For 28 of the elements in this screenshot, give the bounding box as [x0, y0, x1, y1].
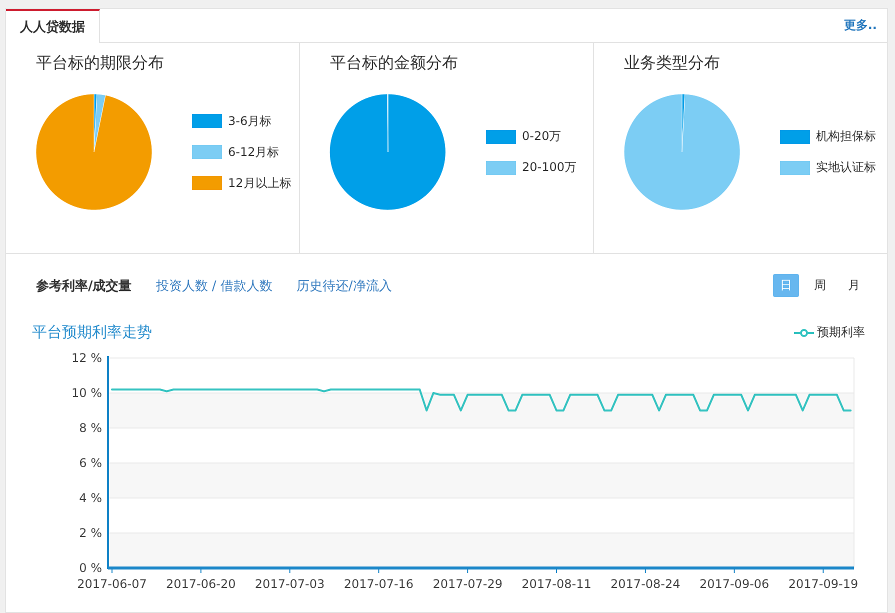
x-axis-label: 2017-07-16: [344, 577, 414, 588]
chart-title: 平台标的金额分布: [330, 53, 459, 74]
chart-title: 业务类型分布: [624, 53, 721, 74]
legend-label: 6-12月标: [228, 144, 280, 160]
x-axis-label: 2017-09-06: [699, 577, 770, 588]
y-axis-label: 4 %: [79, 491, 102, 505]
y-axis-label: 0 %: [79, 561, 102, 575]
y-axis-label: 6 %: [79, 456, 102, 470]
x-axis-label: 2017-06-07: [77, 577, 147, 588]
y-axis-label: 8 %: [79, 421, 102, 435]
y-axis-label: 2 %: [79, 526, 102, 540]
x-axis-label: 2017-08-24: [610, 577, 680, 588]
legend-label: 机构担保标: [816, 128, 876, 145]
legend-label: 预期利率: [817, 324, 865, 341]
y-axis-label: 12 %: [72, 351, 102, 365]
x-axis-label: 2017-08-11: [522, 577, 592, 588]
legend-label: 12月以上标: [228, 174, 292, 192]
legend-label: 0-20万: [522, 128, 562, 145]
x-axis-label: 2017-07-29: [432, 577, 502, 588]
chart-title: 平台预期利率走势: [32, 323, 152, 342]
x-axis-label: 2017-07-03: [254, 577, 325, 588]
legend-label: 3-6月标: [228, 112, 272, 130]
legend-label: 实地认证标: [816, 159, 876, 176]
chart-title: 平台标的期限分布: [36, 53, 165, 74]
x-axis-label: 2017-09-19: [788, 577, 858, 588]
y-axis-label: 10 %: [72, 386, 102, 400]
x-axis-label: 2017-06-20: [166, 577, 236, 588]
legend-label: 20-100万: [522, 159, 577, 176]
